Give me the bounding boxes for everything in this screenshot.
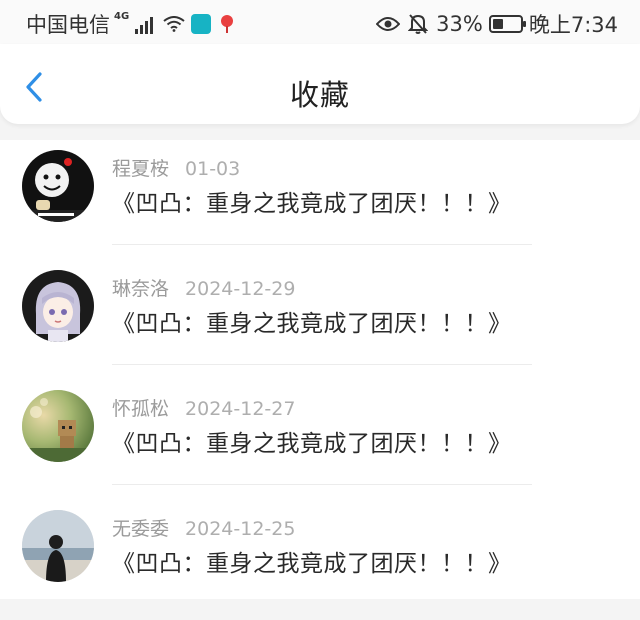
map-pin-icon (221, 15, 234, 33)
item-meta: 怀孤松 2024-12-27 (112, 394, 295, 421)
app-notification-icon (191, 14, 212, 34)
item-meta: 程夏桉 01-03 (112, 154, 240, 181)
divider (112, 484, 532, 485)
anime-girl-avatar[interactable] (22, 270, 94, 342)
person-seaside-avatar[interactable] (22, 510, 94, 582)
box-figure-avatar[interactable] (22, 390, 94, 462)
app-header: 收藏 (0, 44, 640, 124)
divider (112, 244, 532, 245)
list-item[interactable]: 无委委 2024-12-25 《凹凸：重身之我竟成了团厌！！！》 (0, 500, 640, 620)
network-type: 4G (114, 10, 130, 22)
item-date: 2024-12-27 (185, 398, 296, 420)
item-content[interactable]: 《凹凸：重身之我竟成了团厌！！！》 (112, 304, 512, 338)
item-meta: 琳奈洛 2024-12-29 (112, 274, 295, 301)
status-bar: 中国电信 4G 33% 晚上7:34 (0, 0, 640, 44)
item-date: 01-03 (185, 158, 241, 180)
eye-icon (376, 17, 401, 31)
wifi-icon (163, 16, 185, 32)
meme-face-avatar[interactable] (22, 150, 94, 222)
list-item[interactable]: 琳奈洛 2024-12-29 《凹凸：重身之我竟成了团厌！！！》 (0, 260, 640, 380)
item-content[interactable]: 《凹凸：重身之我竟成了团厌！！！》 (112, 544, 512, 578)
signal-icon (135, 14, 155, 34)
favorites-list: 程夏桉 01-03 《凹凸：重身之我竟成了团厌！！！》 琳奈洛 2024-12-29… (0, 140, 640, 599)
list-item[interactable]: 怀孤松 2024-12-27 《凹凸：重身之我竟成了团厌！！！》 (0, 380, 640, 500)
carrier-label: 中国电信 (26, 13, 110, 37)
page-title: 收藏 (289, 78, 350, 112)
user-name: 无委委 (112, 518, 170, 540)
divider (112, 364, 532, 365)
list-item[interactable]: 程夏桉 01-03 《凹凸：重身之我竟成了团厌！！！》 (0, 140, 640, 260)
user-name: 怀孤松 (112, 398, 170, 420)
item-date: 2024-12-25 (185, 518, 296, 540)
item-date: 2024-12-29 (185, 278, 296, 300)
battery-percent: 33% (436, 12, 483, 36)
battery-icon (488, 15, 526, 33)
item-content[interactable]: 《凹凸：重身之我竟成了团厌！！！》 (112, 424, 512, 458)
item-content[interactable]: 《凹凸：重身之我竟成了团厌！！！》 (112, 184, 512, 218)
bell-muted-icon (408, 14, 429, 34)
user-name: 程夏桉 (112, 158, 170, 180)
clock: 晚上7:34 (528, 13, 618, 37)
user-name: 琳奈洛 (112, 278, 170, 300)
item-meta: 无委委 2024-12-25 (112, 514, 295, 541)
